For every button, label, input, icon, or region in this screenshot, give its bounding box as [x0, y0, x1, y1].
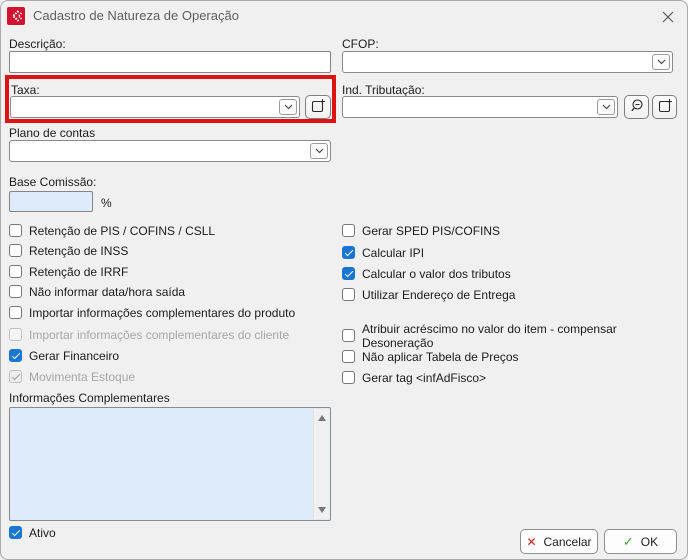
- ok-button-label: OK: [641, 535, 658, 549]
- taxa-label: Taxa:: [11, 83, 40, 97]
- checkbox-box: [342, 371, 355, 384]
- descricao-label: Descrição:: [9, 37, 66, 51]
- checkbox-label: Retenção de INSS: [29, 244, 128, 258]
- base-comissao-input[interactable]: [9, 191, 93, 212]
- checkbox-nao-informar-data-hora-saida[interactable]: Não informar data/hora saída: [9, 284, 185, 299]
- ind-tributacao-new-button[interactable]: [652, 95, 677, 119]
- app-logo-icon: [7, 7, 25, 25]
- checkbox-box: [9, 349, 22, 362]
- dialog-window: Cadastro de Natureza de Operação Descriç…: [0, 0, 688, 560]
- checkbox-ativo[interactable]: Ativo: [9, 525, 56, 540]
- scroll-down-icon[interactable]: [318, 507, 326, 513]
- informacoes-complementares-label: Informações Complementares: [9, 391, 170, 405]
- taxa-combobox[interactable]: [10, 96, 300, 118]
- checkbox-retencao-pis-cofins-csll[interactable]: Retenção de PIS / COFINS / CSLL: [9, 223, 215, 238]
- checkbox-label: Importar informações complementares do c…: [29, 328, 289, 342]
- ok-check-icon: ✓: [623, 534, 634, 550]
- checkbox-utilizar-endereco-entrega[interactable]: Utilizar Endereço de Entrega: [342, 287, 515, 302]
- checkbox-box: [9, 224, 22, 237]
- checkbox-retencao-inss[interactable]: Retenção de INSS: [9, 243, 128, 258]
- plano-de-contas-combobox[interactable]: [9, 140, 331, 162]
- checkbox-gerar-sped-pis-cofins[interactable]: Gerar SPED PIS/COFINS: [342, 223, 500, 238]
- checkbox-box: [342, 329, 355, 342]
- checkbox-nao-aplicar-tabela-precos[interactable]: Não aplicar Tabela de Preços: [342, 349, 519, 364]
- checkbox-box: [342, 246, 355, 259]
- cfop-label: CFOP:: [342, 37, 379, 51]
- cancelar-button[interactable]: ✕ Cancelar: [520, 529, 598, 554]
- checkbox-label: Utilizar Endereço de Entrega: [362, 288, 515, 302]
- checkbox-importar-info-cliente[interactable]: Importar informações complementares do c…: [9, 327, 289, 342]
- taxa-new-button[interactable]: [305, 95, 331, 119]
- checkbox-box: [342, 267, 355, 280]
- checkbox-box: [9, 265, 22, 278]
- descricao-input[interactable]: [9, 51, 331, 73]
- checkbox-label: Retenção de IRRF: [29, 265, 128, 279]
- chevron-down-icon[interactable]: [597, 99, 615, 115]
- checkbox-box: [9, 328, 22, 341]
- ok-button[interactable]: ✓ OK: [604, 529, 677, 554]
- checkbox-box: [9, 285, 22, 298]
- checkbox-gerar-financeiro[interactable]: Gerar Financeiro: [9, 348, 119, 363]
- cfop-combobox[interactable]: [342, 51, 673, 73]
- checkbox-box: [342, 224, 355, 237]
- ind-tributacao-combobox[interactable]: [342, 96, 618, 118]
- checkbox-box: [9, 244, 22, 257]
- percent-label: %: [101, 196, 112, 210]
- checkbox-label: Ativo: [29, 526, 56, 540]
- checkbox-label: Gerar SPED PIS/COFINS: [362, 224, 500, 238]
- checkbox-importar-info-produto[interactable]: Importar informações complementares do p…: [9, 305, 295, 320]
- checkbox-gerar-tag-infadfisco[interactable]: Gerar tag <infAdFisco>: [342, 370, 486, 385]
- checkbox-movimenta-estoque[interactable]: Movimenta Estoque: [9, 369, 135, 384]
- cancel-x-icon: ✕: [526, 535, 536, 549]
- new-document-icon: [657, 98, 673, 117]
- checkbox-box: [9, 370, 22, 383]
- plano-de-contas-label: Plano de contas: [9, 126, 95, 140]
- checkbox-label: Não informar data/hora saída: [29, 285, 185, 299]
- close-icon[interactable]: [657, 6, 679, 28]
- checkbox-atribuir-acrescimo-desoneracao[interactable]: Atribuir acréscimo no valor do item - co…: [342, 328, 687, 343]
- cancelar-button-label: Cancelar: [544, 535, 592, 549]
- checkbox-label: Gerar Financeiro: [29, 349, 119, 363]
- window-title: Cadastro de Natureza de Operação: [33, 8, 239, 23]
- checkbox-label: Movimenta Estoque: [29, 370, 135, 384]
- base-comissao-label: Base Comissão:: [9, 175, 96, 189]
- chevron-down-icon[interactable]: [652, 54, 670, 70]
- checkbox-box: [342, 288, 355, 301]
- scroll-up-icon[interactable]: [318, 415, 326, 421]
- checkbox-label: Calcular IPI: [362, 246, 424, 260]
- chevron-down-icon[interactable]: [279, 99, 297, 115]
- informacoes-complementares-textarea[interactable]: [9, 407, 331, 521]
- checkbox-label: Calcular o valor dos tributos: [362, 267, 511, 281]
- ind-tributacao-search-button[interactable]: [624, 95, 649, 119]
- checkbox-label: Não aplicar Tabela de Preços: [362, 350, 519, 364]
- search-icon: [629, 98, 645, 117]
- checkbox-label: Atribuir acréscimo no valor do item - co…: [362, 322, 687, 350]
- checkbox-box: [342, 350, 355, 363]
- checkbox-box: [9, 306, 22, 319]
- ind-tributacao-label: Ind. Tributação:: [342, 83, 425, 97]
- checkbox-calcular-valor-tributos[interactable]: Calcular o valor dos tributos: [342, 266, 511, 281]
- chevron-down-icon[interactable]: [310, 143, 328, 159]
- checkbox-retencao-irrf[interactable]: Retenção de IRRF: [9, 264, 128, 279]
- textarea-scrollbar[interactable]: [313, 409, 329, 519]
- checkbox-calcular-ipi[interactable]: Calcular IPI: [342, 245, 424, 260]
- checkbox-label: Gerar tag <infAdFisco>: [362, 371, 486, 385]
- checkbox-label: Retenção de PIS / COFINS / CSLL: [29, 224, 215, 238]
- checkbox-label: Importar informações complementares do p…: [29, 306, 295, 320]
- titlebar: Cadastro de Natureza de Operação: [1, 1, 687, 31]
- new-document-icon: [310, 98, 326, 117]
- checkbox-box: [9, 526, 22, 539]
